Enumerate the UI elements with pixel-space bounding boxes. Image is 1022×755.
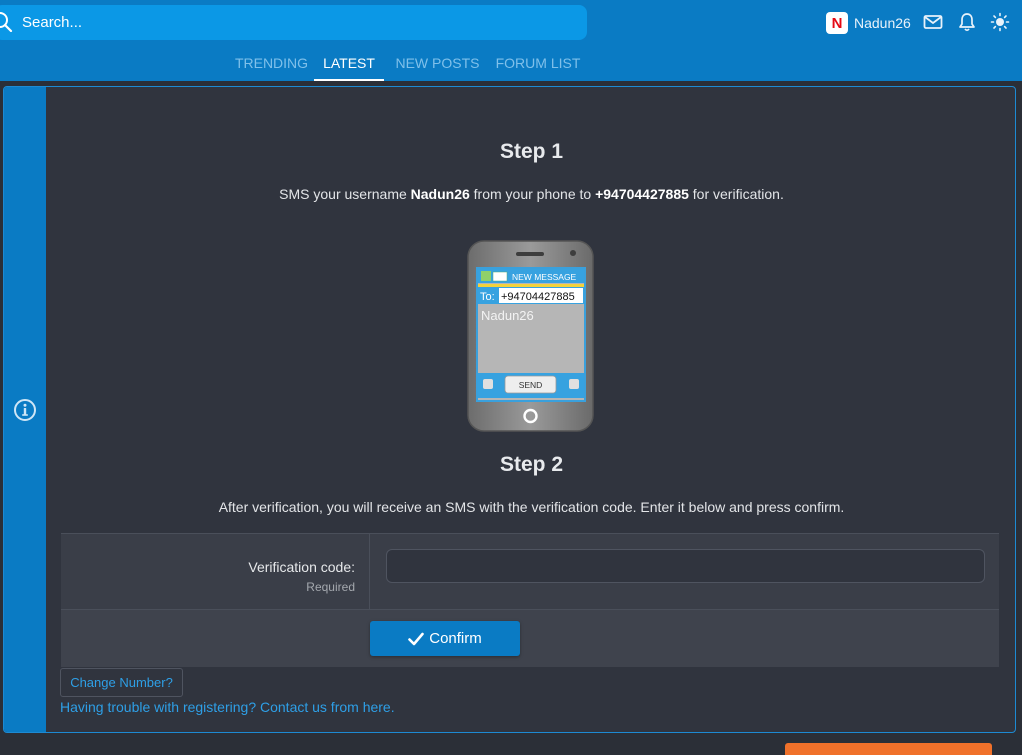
step1-title: Step 1 (499, 140, 564, 163)
step2-title: Step 2 (499, 453, 564, 476)
tab-trending[interactable]: TRENDING (231, 46, 312, 81)
confirm-button[interactable]: Confirm (370, 621, 520, 656)
username-label: Nadun26 (854, 15, 911, 31)
step1-text-after: for verification. (688, 186, 784, 202)
main-nav: TRENDING LATEST NEW POSTS FORUM LIST (0, 46, 1022, 81)
step1-text-middle: from your phone to (469, 186, 596, 202)
tab-latest[interactable]: LATEST (314, 46, 384, 81)
theme-sun-icon[interactable] (990, 12, 1010, 32)
checkmark-icon (408, 632, 425, 645)
phone-to-number: +94704427885 (501, 291, 575, 303)
orange-footer-button[interactable] (785, 743, 992, 755)
verification-panel: Step 1 SMS your username Nadun26 from yo… (3, 86, 1016, 733)
mail-icon[interactable] (923, 12, 943, 32)
info-strip (4, 87, 46, 732)
info-icon (14, 399, 36, 421)
phone-message: Nadun26 (481, 308, 534, 323)
step1-username: Nadun26 (410, 186, 470, 202)
bell-icon[interactable] (957, 12, 977, 32)
change-number-button[interactable]: Change Number? (60, 668, 183, 697)
phone-to-label: To: (480, 291, 495, 303)
verification-form-row: Verification code: Required (61, 533, 999, 610)
verification-code-label: Verification code: (248, 559, 355, 575)
contact-support-link[interactable]: Having trouble with registering? Contact… (60, 699, 395, 715)
form-submit-row: Confirm (61, 609, 999, 667)
step1-text-before: SMS your username (279, 186, 411, 202)
top-header: N Nadun26 TRENDING LATEST NEW POSTS FORU… (0, 0, 1022, 81)
verification-code-input[interactable] (386, 549, 985, 583)
tab-forum-list[interactable]: FORUM LIST (493, 46, 583, 81)
user-menu[interactable]: N Nadun26 (826, 11, 911, 35)
avatar: N (826, 12, 848, 34)
step1-phone-number: +94704427885 (595, 186, 689, 202)
confirm-label: Confirm (429, 630, 482, 647)
search-bar[interactable] (0, 5, 587, 40)
tab-new-posts[interactable]: NEW POSTS (392, 46, 483, 81)
step2-instructions: After verification, you will receive an … (218, 499, 845, 515)
phone-send-label: SEND (519, 380, 543, 390)
search-input[interactable] (22, 5, 562, 40)
step1-instructions: SMS your username Nadun26 from your phon… (46, 186, 1015, 202)
search-icon (0, 12, 13, 32)
required-hint: Required (306, 580, 355, 594)
phone-illustration: NEW MESSAGE To: +94704427885 Nadun26 SEN… (467, 240, 594, 432)
form-label-cell: Verification code: Required (61, 534, 370, 610)
phone-header-text: NEW MESSAGE (512, 272, 577, 282)
